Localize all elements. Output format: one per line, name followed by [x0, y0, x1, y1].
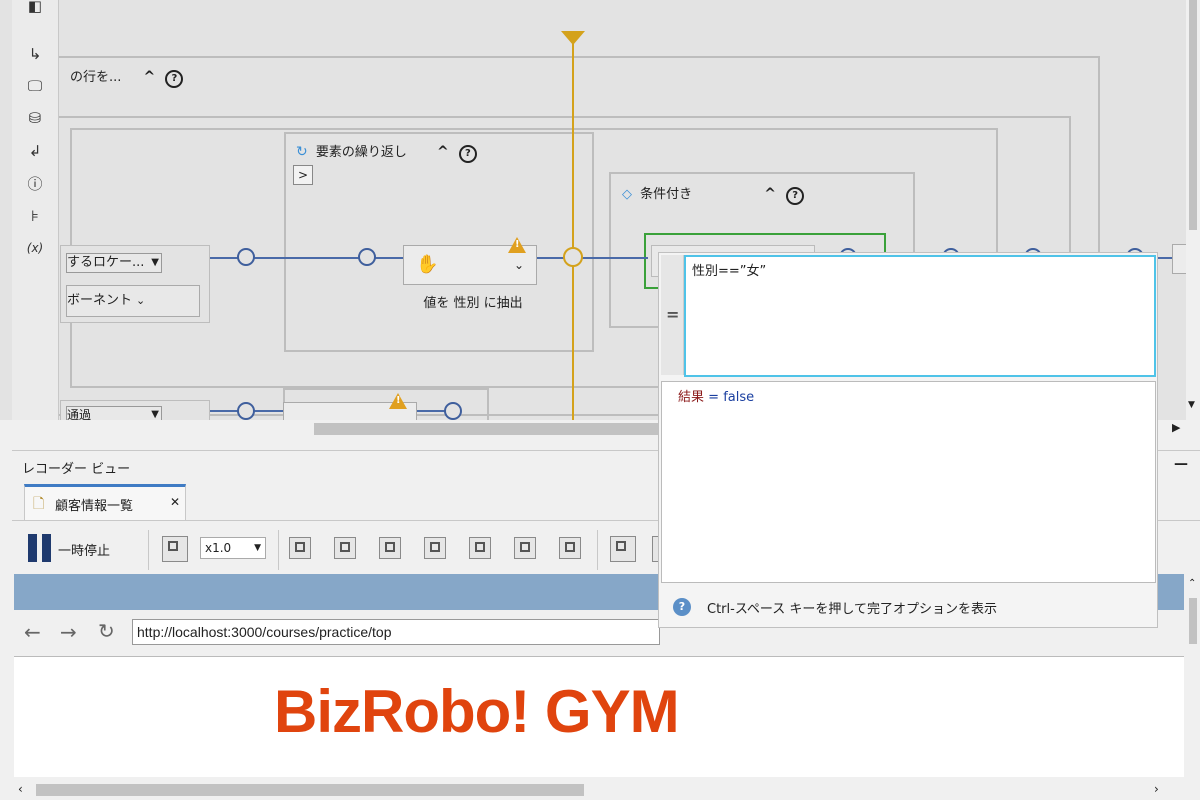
execution-marker-icon[interactable]: [561, 31, 585, 45]
scroll-up-icon[interactable]: ⌃: [1188, 578, 1196, 589]
move-up-left-icon[interactable]: [334, 537, 356, 559]
bottom-select[interactable]: 通過 ▼: [66, 406, 162, 420]
forward-icon[interactable]: →: [60, 620, 77, 644]
completion-hint: Ctrl-スペース キーを押して完了オプションを表示: [707, 602, 998, 617]
pause-button[interactable]: 一時停止: [58, 540, 110, 559]
scroll-down-icon[interactable]: ▼: [1188, 400, 1195, 410]
expression-editor-popup: = 性別==”女” 結果 = false ? Ctrl-スペース キーを押して完…: [658, 252, 1158, 628]
back-icon[interactable]: ←: [24, 620, 41, 644]
tab-close-icon[interactable]: ✕: [170, 495, 180, 509]
help-icon[interactable]: ?: [165, 70, 184, 88]
collapse-button[interactable]: ^: [144, 69, 156, 85]
flow-node[interactable]: [237, 248, 255, 266]
flow-node[interactable]: [237, 402, 255, 420]
execution-guide-line: [572, 40, 574, 420]
panel-toggle-icon[interactable]: ◧: [23, 0, 47, 18]
dropdown-arrow-icon: ▼: [151, 257, 159, 268]
monitor-icon[interactable]: 🖵: [23, 74, 47, 98]
extract-step-label: 値を 性別 に抽出: [423, 296, 523, 311]
warning-icon: !: [508, 237, 526, 253]
result-operator: =: [704, 390, 724, 405]
condition-title: ◇ 条件付き ^ ?: [622, 183, 805, 205]
browser-vertical-scrollbar[interactable]: ⌃: [1186, 574, 1200, 774]
scrollbar-thumb[interactable]: [1189, 598, 1197, 644]
result-panel: 結果 = false: [661, 381, 1156, 583]
scroll-right-icon[interactable]: ▶: [1172, 421, 1180, 434]
collapse-button[interactable]: ^: [764, 186, 776, 202]
chevron-down-icon[interactable]: ⌄: [514, 258, 524, 272]
recorder-panel-title: レコーダー ビュー: [22, 462, 131, 477]
equals-icon: =: [666, 305, 680, 324]
pause-icon-bar: [42, 534, 51, 562]
component-select[interactable]: ボーネント ⌄: [66, 285, 200, 317]
return-icon[interactable]: ↲: [23, 139, 47, 163]
current-position-node[interactable]: [563, 247, 583, 267]
tab-label: 顧客情報一覧: [55, 499, 134, 514]
tree-icon[interactable]: ⊧: [23, 204, 47, 228]
help-icon[interactable]: ?: [458, 145, 477, 163]
result-label: 結果: [678, 390, 705, 405]
warning-icon: !: [389, 393, 407, 409]
loop-icon: ↻: [296, 144, 308, 160]
move-down-right-icon[interactable]: [379, 537, 401, 559]
toolbar-divider: [597, 530, 598, 570]
designer-vertical-scrollbar[interactable]: ▼: [1186, 0, 1200, 420]
collapse-button[interactable]: ^: [437, 144, 449, 160]
diamond-icon: ◇: [622, 187, 632, 202]
move-down-icon[interactable]: [514, 537, 536, 559]
loop-rows-title: の行を... ^ ?: [70, 66, 184, 88]
address-bar[interactable]: http://localhost:3000/courses/practice/t…: [132, 619, 660, 645]
scrollbar-thumb[interactable]: [36, 784, 584, 796]
expand-button[interactable]: >: [293, 165, 313, 185]
flow-tool-strip: ◧ ↳ 🖵 ⛁ ↲ ⓘ ⊧ (x): [12, 0, 59, 420]
snapshot-icon[interactable]: [162, 536, 188, 562]
toolbar-divider: [148, 530, 149, 570]
locator-select[interactable]: するロケー... ▼: [66, 253, 162, 273]
chevron-down-icon: ⌄: [136, 294, 146, 307]
flow-node[interactable]: [358, 248, 376, 266]
flow-step-partial[interactable]: [1172, 244, 1186, 274]
scroll-left-icon[interactable]: ‹: [18, 782, 23, 796]
result-value: false: [723, 390, 755, 405]
repeat-elements-title: ↻ 要素の繰り返し ^ ?: [296, 141, 477, 163]
frame-icon[interactable]: [610, 536, 636, 562]
move-top-left-icon[interactable]: [289, 537, 311, 559]
dropdown-arrow-icon: ▼: [254, 543, 261, 553]
hand-icon: ✋: [416, 254, 439, 275]
help-icon[interactable]: ?: [786, 187, 805, 205]
equals-gutter: =: [661, 255, 684, 375]
page-icon[interactable]: [559, 537, 581, 559]
reload-icon[interactable]: ↻: [98, 619, 115, 643]
repeat-elements-frame: [284, 132, 594, 352]
variables-icon[interactable]: (x): [23, 236, 47, 260]
move-up-icon[interactable]: [469, 537, 491, 559]
speed-select[interactable]: x1.0 ▼: [200, 537, 266, 559]
minimize-button[interactable]: —: [1174, 456, 1188, 472]
bizrobo-gym-logo: BizRobo! GYM: [274, 678, 680, 745]
dropdown-arrow-icon: ▼: [151, 409, 159, 420]
hint-help-icon: ?: [673, 598, 691, 616]
browser-content: BizRobo! GYM: [14, 657, 1184, 777]
tab-customer-list[interactable]: 🗋 顧客情報一覧 ✕: [24, 484, 186, 520]
scrollbar-thumb[interactable]: [314, 423, 660, 435]
database-icon[interactable]: ⛁: [23, 106, 47, 130]
toolbar-divider: [278, 530, 279, 570]
scroll-right-icon[interactable]: ›: [1154, 782, 1159, 796]
expression-input[interactable]: 性別==”女”: [684, 255, 1156, 377]
document-icon: 🗋: [33, 496, 45, 512]
move-bottom-right-icon[interactable]: [424, 537, 446, 559]
error-icon[interactable]: ⓘ: [23, 172, 47, 196]
step-into-icon[interactable]: ↳: [23, 42, 47, 66]
pause-icon: [28, 534, 37, 562]
scrollbar-thumb[interactable]: [1189, 0, 1197, 230]
browser-horizontal-scrollbar[interactable]: ‹ ›: [14, 780, 1200, 800]
